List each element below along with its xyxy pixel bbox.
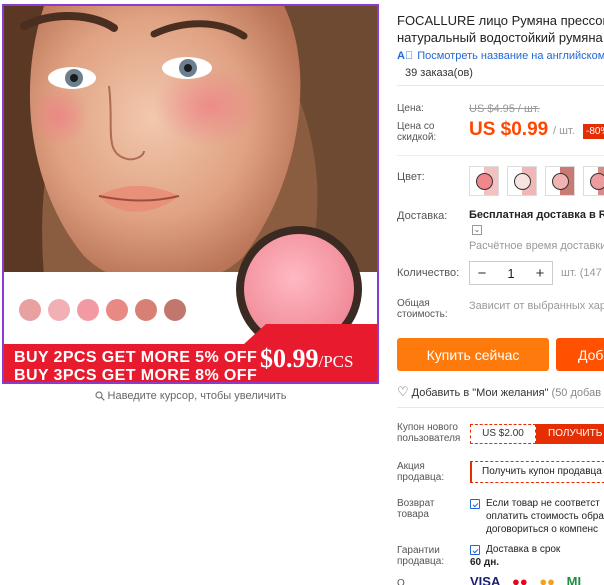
- product-photo: [4, 6, 377, 382]
- divider: [397, 407, 604, 408]
- translate-link-text: Посмотреть название на английском: [417, 50, 604, 62]
- seller-promo-label-1: Акция: [397, 461, 425, 472]
- return-policy-line-2: оплатить стоимость обра: [486, 511, 604, 522]
- wishlist-label: Добавить в "Мои желания": [411, 387, 549, 399]
- swatch-color-dot: [476, 173, 493, 190]
- chevron-down-icon[interactable]: ⌄: [472, 225, 482, 235]
- price-label: Цена:: [397, 103, 424, 114]
- return-policy-text: Если товар не соответст оплатить стоимос…: [486, 497, 604, 536]
- discount-price-label-1: Цена со: [397, 121, 435, 132]
- payment-label: О: [397, 578, 405, 585]
- total-label: Общая стоимость:: [397, 298, 448, 320]
- total-label-2: стоимость:: [397, 309, 448, 320]
- product-title-line-1: FOCALLURE лицо Румяна прессован: [397, 13, 604, 28]
- product-title-line-2: натуральный водостойкий румяна: [397, 30, 603, 45]
- return-label-2: товара: [397, 509, 429, 520]
- shield-check-icon: [470, 545, 480, 555]
- promo-line-1: BUY 2PCS GET MORE 5% OFF: [14, 349, 258, 366]
- discount-price-label: Цена со скидкой:: [397, 121, 436, 143]
- wishlist-count: (50 добав: [551, 387, 602, 399]
- new-user-coupon-label-2: пользователя: [397, 433, 461, 444]
- buy-now-button[interactable]: Купить сейчас: [397, 338, 549, 371]
- stock-note: шт. (147 ш: [561, 267, 604, 279]
- divider: [397, 85, 604, 86]
- return-policy-line-1: Если товар не соответст: [486, 498, 600, 509]
- return-policy-line-3: договориться о компенс: [486, 524, 599, 535]
- swatch-color-dot: [552, 173, 569, 190]
- coupon-amount: US $2.00: [470, 424, 536, 444]
- mir-logo: MI: [566, 574, 582, 585]
- color-swatch-option[interactable]: [583, 166, 604, 196]
- total-value: Зависит от выбранных хара: [469, 300, 604, 312]
- shade-swatch-row: [19, 299, 186, 321]
- discount-price-label-2: скидкой:: [397, 132, 437, 143]
- visa-logo: VISA: [470, 574, 501, 585]
- seller-guarantee-label-2: продавца:: [397, 556, 445, 567]
- zoom-hint-text: Наведите курсор, чтобы увеличить: [107, 390, 287, 402]
- sale-price: US $0.99: [469, 119, 549, 140]
- mastercard-logo: ●●: [511, 574, 528, 585]
- return-label: Возврат товара: [397, 498, 435, 520]
- seller-promo-label-2: продавца:: [397, 472, 445, 483]
- quantity-plus-button[interactable]: +: [534, 265, 546, 282]
- divider: [397, 155, 604, 156]
- shade-dot: [48, 299, 70, 321]
- magnifier-icon: [94, 391, 105, 401]
- seller-promo-label: Акция продавца:: [397, 461, 444, 483]
- color-swatch-option[interactable]: [469, 166, 499, 196]
- promo-text: BUY 2PCS GET MORE 5% OFF BUY 3PCS GET MO…: [14, 349, 258, 384]
- get-coupon-button[interactable]: ПОЛУЧИТЬ: [536, 424, 604, 444]
- promo-price-value: $0.99: [260, 344, 319, 373]
- maestro-logo: ●●: [539, 574, 556, 585]
- add-to-wishlist-link[interactable]: ♡ Добавить в "Мои желания" (50 добав: [397, 384, 601, 400]
- color-swatch-option[interactable]: [507, 166, 537, 196]
- delivery-option[interactable]: Бесплатная доставка в Rus: [469, 209, 604, 221]
- zoom-hint: Наведите курсор, чтобы увеличить: [0, 390, 381, 402]
- delivery-label: Доставка:: [397, 210, 448, 222]
- return-label-1: Возврат: [397, 498, 435, 509]
- product-title: FOCALLURE лицо Румяна прессован натураль…: [397, 12, 604, 46]
- discount-badge: -80%: [583, 124, 604, 139]
- total-label-1: Общая: [397, 298, 430, 309]
- shade-dot: [135, 299, 157, 321]
- translate-title-link[interactable]: A⃝ Посмотреть название на английском: [397, 50, 604, 62]
- price-unit: / шт.: [553, 125, 575, 137]
- promo-price-unit: /PCS: [318, 352, 354, 371]
- quantity-stepper: − 1 +: [469, 261, 553, 285]
- quantity-minus-button[interactable]: −: [476, 265, 488, 282]
- translate-icon: A⃝: [397, 50, 414, 62]
- swatch-color-dot: [514, 173, 531, 190]
- seller-guarantee-text: Доставка в срок 60 дн.: [470, 543, 561, 569]
- heart-icon: ♡: [397, 384, 409, 399]
- shade-dot: [106, 299, 128, 321]
- seller-guarantee-line-1: Доставка в срок: [486, 544, 561, 555]
- product-info: FOCALLURE лицо Румяна прессован натураль…: [397, 12, 604, 86]
- new-user-coupon-label-1: Купон нового: [397, 422, 458, 433]
- promo-price: $0.99/PCS: [260, 344, 353, 374]
- product-image-gallery[interactable]: BUY 2PCS GET MORE 5% OFF BUY 3PCS GET MO…: [2, 4, 379, 384]
- swatch-color-dot: [590, 173, 604, 190]
- seller-guarantee-label: Гарантии продавца:: [397, 545, 444, 567]
- orders-count: 39 заказа(ов): [405, 67, 473, 79]
- payment-logos: VISA ●● ●● MI: [470, 574, 589, 585]
- promo-line-2: BUY 3PCS GET MORE 8% OFF: [14, 367, 258, 384]
- shade-dot: [77, 299, 99, 321]
- quantity-input[interactable]: 1: [507, 266, 514, 281]
- shade-dot: [164, 299, 186, 321]
- color-label: Цвет:: [397, 171, 425, 183]
- shade-dot: [19, 299, 41, 321]
- seller-guarantee-label-1: Гарантии: [397, 545, 440, 556]
- shield-check-icon: [470, 499, 480, 509]
- quantity-label: Количество:: [397, 267, 460, 279]
- new-user-coupon-label: Купон нового пользователя: [397, 422, 460, 444]
- old-price: US $4.95 / шт.: [469, 103, 540, 115]
- add-to-cart-button[interactable]: Доб: [556, 338, 604, 371]
- get-seller-coupon-button[interactable]: Получить купон продавца: [470, 461, 604, 483]
- color-swatch-option[interactable]: [545, 166, 575, 196]
- seller-guarantee-line-2: 60 дн.: [470, 557, 500, 568]
- delivery-time: Расчётное время доставки:: [469, 240, 604, 252]
